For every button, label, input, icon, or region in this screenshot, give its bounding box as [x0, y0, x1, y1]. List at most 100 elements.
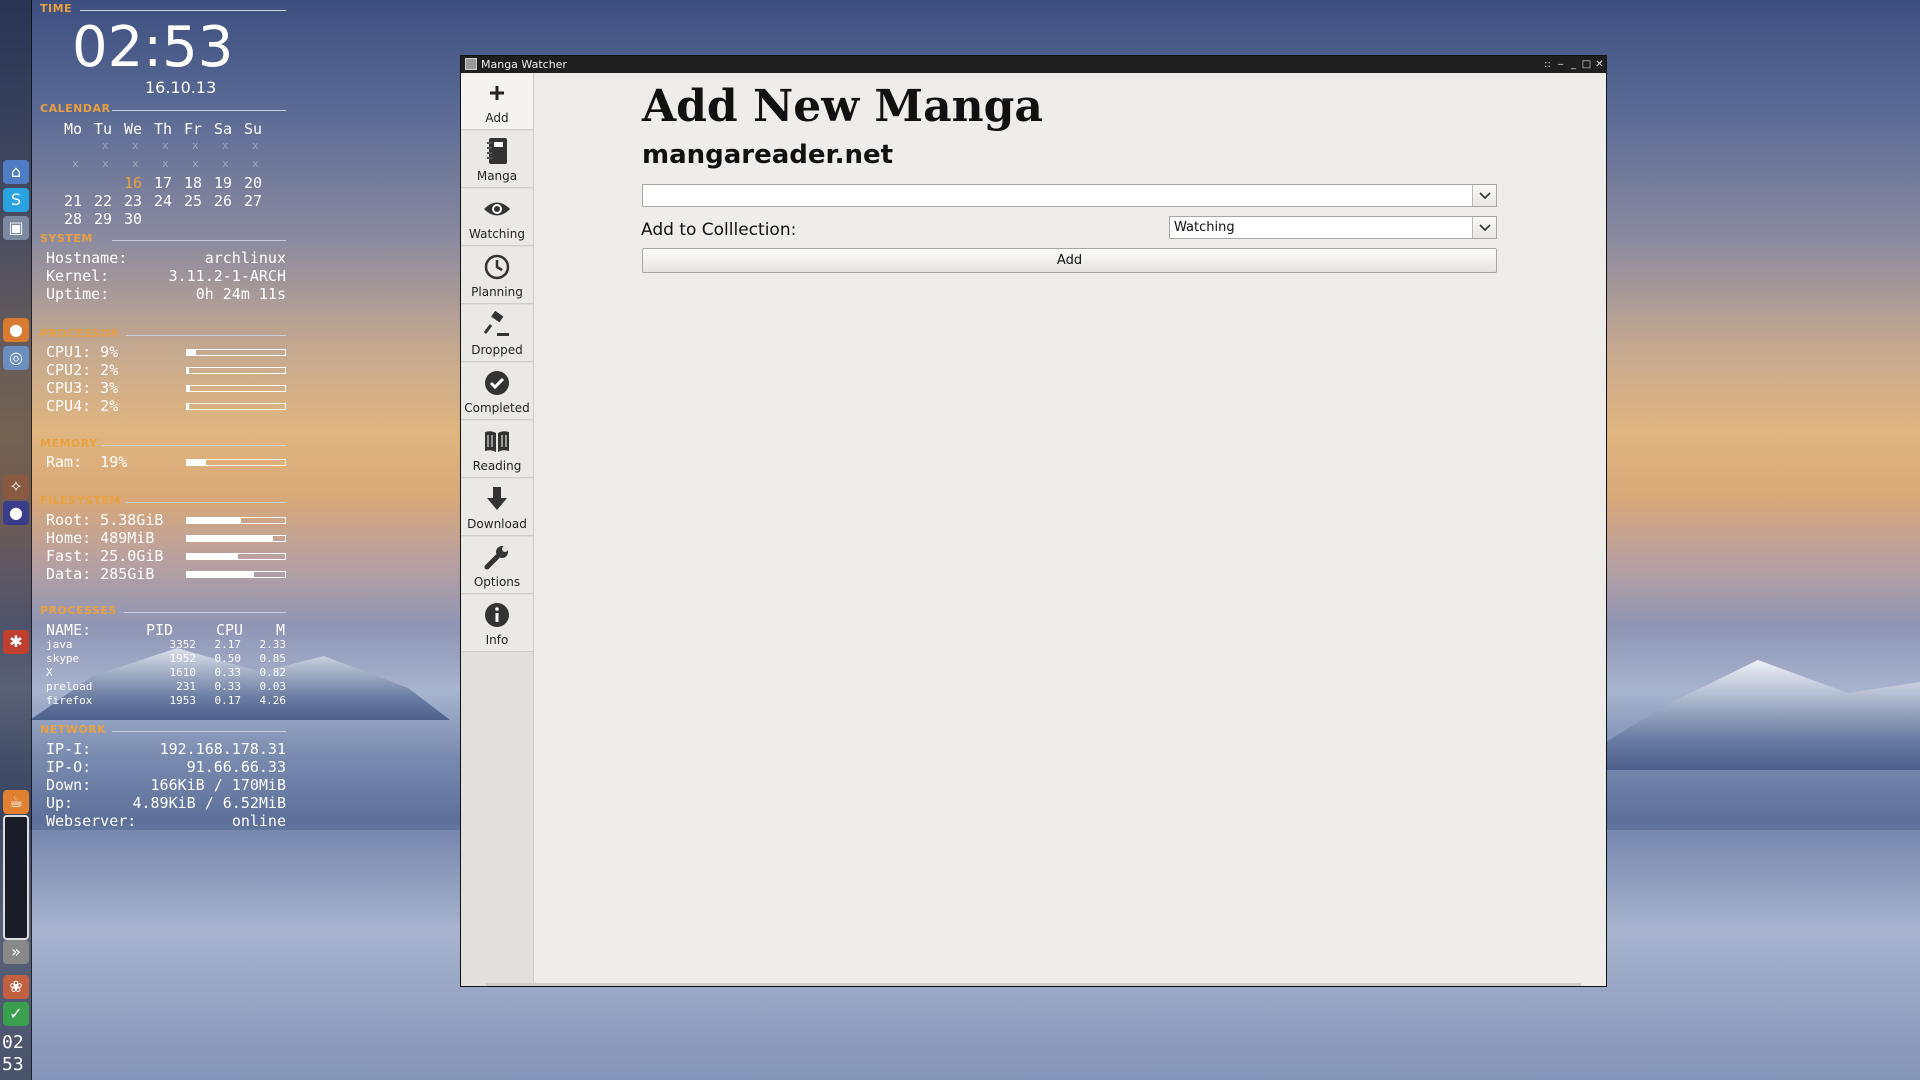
sidebar-item-label: Completed — [464, 401, 530, 415]
sidebar-item-reading[interactable]: Reading — [461, 421, 533, 478]
calendar-day: x — [192, 157, 199, 170]
conky-clock: 02:53 — [72, 15, 234, 80]
calendar-day: x — [102, 139, 109, 152]
process-pid: 1610 — [169, 666, 197, 679]
network-label: IP-O: — [46, 758, 92, 776]
calendar-day: 30 — [124, 210, 143, 228]
ram-label: Ram: 19% — [46, 453, 128, 471]
section-divider — [112, 731, 286, 732]
calendar-day: x — [132, 157, 139, 170]
checkmark-icon — [461, 369, 533, 397]
filesystem-label: Fast: 25.0GiB — [46, 547, 164, 565]
section-header: MEMORY — [40, 437, 98, 450]
calendar-day: x — [72, 157, 79, 170]
browser-icon[interactable]: ◎ — [3, 346, 29, 370]
process-mem: 0.03 — [259, 680, 287, 693]
notebook-icon — [461, 137, 533, 165]
sidebar-item-download[interactable]: Download — [461, 479, 533, 536]
section-divider — [112, 240, 286, 241]
calendar-day: 20 — [244, 174, 263, 192]
calendar-weekday: Su — [244, 120, 263, 138]
calendar-day: x — [222, 139, 229, 152]
filesystem-bar — [186, 571, 286, 578]
calendar-weekday: Fr — [184, 120, 203, 138]
section-divider — [112, 110, 286, 111]
cpu-label: CPU2: 2% — [46, 361, 119, 379]
cat-icon[interactable]: ✧ — [3, 475, 29, 499]
window-maximize-button[interactable]: □ — [1580, 56, 1593, 73]
filesystem-bar-fill — [187, 518, 241, 523]
screenshot-icon[interactable]: ▣ — [3, 216, 29, 240]
system-value: archlinux — [204, 249, 286, 267]
ram-bar — [186, 459, 286, 466]
network-label: IP-I: — [46, 740, 92, 758]
sidebar-item-manga[interactable]: Manga — [461, 131, 533, 188]
dock-clock-minute: 53 — [2, 1054, 24, 1075]
calendar-day: 29 — [94, 210, 113, 228]
eye-icon — [461, 195, 533, 223]
skype-icon[interactable]: S — [3, 188, 29, 212]
arrows-icon[interactable]: » — [3, 940, 29, 964]
sidebar-item-dropped[interactable]: Dropped — [461, 305, 533, 362]
filesystem-bar — [186, 535, 286, 542]
main-panel: Add New Manga mangareader.net Add to Col… — [534, 73, 1606, 986]
window-shade-button[interactable]: ‒ — [1554, 56, 1567, 73]
section-header: PROCESSES — [40, 604, 117, 617]
process-column-header: NAME: — [46, 621, 92, 639]
sidebar-item-add[interactable]: Add — [461, 73, 533, 130]
calendar-day: 21 — [64, 192, 83, 210]
manga-select[interactable] — [642, 184, 1497, 207]
sidebar-item-watching[interactable]: Watching — [461, 189, 533, 246]
cpu-bar-fill — [187, 350, 196, 355]
calendar-day: 28 — [64, 210, 83, 228]
java-icon[interactable]: ☕ — [3, 790, 29, 814]
status-bar — [486, 983, 1581, 986]
system-label: Kernel: — [46, 267, 110, 285]
process-name: preload — [46, 680, 93, 693]
window-minimize-button[interactable]: _ — [1567, 56, 1580, 73]
process-mem: 2.33 — [259, 638, 287, 651]
book-icon — [461, 427, 533, 455]
calendar-day: 22 — [94, 192, 113, 210]
process-name: X — [46, 666, 53, 679]
cpu-bar — [186, 367, 286, 374]
home-icon[interactable]: ⌂ — [3, 160, 29, 184]
window-title: Manga Watcher — [481, 58, 567, 71]
add-manga-button[interactable]: Add — [642, 248, 1497, 273]
process-cpu: 0.33 — [214, 680, 242, 693]
cpu-bar-fill — [187, 404, 189, 409]
window-titlebar[interactable]: Manga Watcher :: ‒ _ □ ✕ — [461, 56, 1606, 73]
filesystem-label: Data: 285GiB — [46, 565, 155, 583]
calendar-day: 18 — [184, 174, 203, 192]
section-header: FILESYSTEM — [40, 494, 121, 507]
firefox-icon[interactable]: ● — [3, 318, 29, 342]
shell-icon[interactable]: ❀ — [3, 975, 29, 999]
process-pid: 3352 — [169, 638, 197, 651]
sidebar-item-options[interactable]: Options — [461, 537, 533, 594]
window-menu-button[interactable]: :: — [1541, 56, 1554, 73]
calendar-day: 26 — [214, 192, 233, 210]
clock-icon — [461, 253, 533, 281]
eclipse-icon[interactable]: ● — [3, 501, 29, 525]
check-icon[interactable]: ✓ — [3, 1002, 29, 1026]
puzzle-icon[interactable]: ✱ — [3, 630, 29, 654]
chevron-down-icon[interactable] — [1472, 185, 1496, 206]
window-close-button[interactable]: ✕ — [1593, 56, 1606, 73]
process-cpu: 0.50 — [214, 652, 242, 665]
process-column-header: CPU — [216, 621, 244, 639]
process-name: skype — [46, 652, 80, 665]
collection-select[interactable]: Watching — [1169, 216, 1497, 239]
sidebar-item-planning[interactable]: Planning — [461, 247, 533, 304]
sidebar-item-label: Manga — [476, 169, 518, 183]
calendar-weekday: Th — [154, 120, 173, 138]
sidebar-item-completed[interactable]: Completed — [461, 363, 533, 420]
chevron-down-icon[interactable] — [1472, 217, 1496, 238]
process-cpu: 0.33 — [214, 666, 242, 679]
sidebar-item-label: Info — [485, 633, 509, 647]
filesystem-bar-fill — [187, 554, 238, 559]
section-header: TIME — [40, 2, 73, 15]
section-header: PROCESSOR — [40, 327, 120, 340]
sidebar-item-info[interactable]: Info — [461, 595, 533, 652]
sidebar-item-label: Options — [473, 575, 521, 589]
cpu-bar — [186, 403, 286, 410]
